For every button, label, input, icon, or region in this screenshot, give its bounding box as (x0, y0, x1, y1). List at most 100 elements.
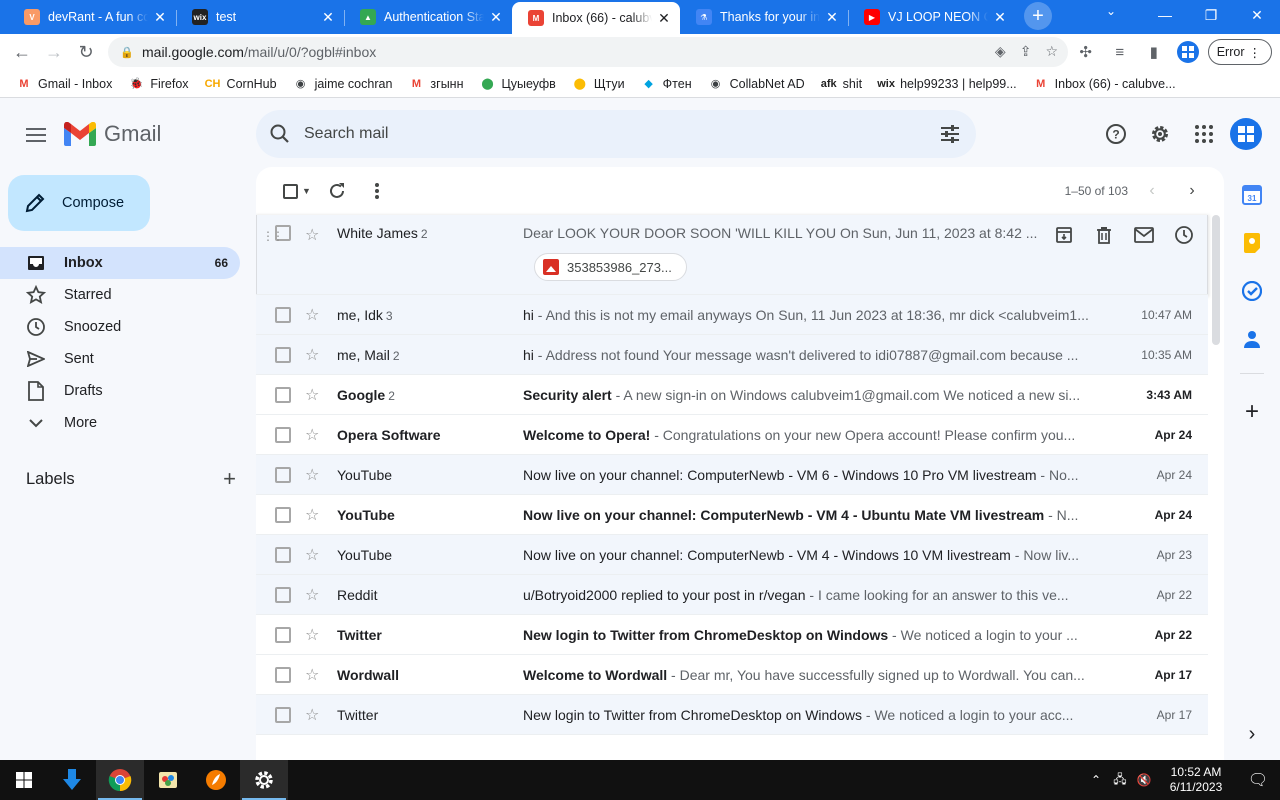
browser-tab[interactable]: M Inbox (66) - calubv ✕ (512, 2, 680, 34)
star-icon[interactable]: ☆ (305, 465, 323, 485)
email-row[interactable]: ☆ Twitter New login to Twitter from Chrome… (256, 695, 1208, 735)
row-checkbox[interactable] (275, 706, 291, 723)
nav-item-more[interactable]: More (0, 407, 240, 439)
more-vert-icon[interactable] (357, 171, 397, 211)
back-icon[interactable]: ← (6, 36, 38, 68)
close-tab-icon[interactable]: ✕ (992, 9, 1008, 25)
email-row[interactable]: ☆ YouTube Now live on your channel: Comput… (256, 455, 1208, 495)
main-menu-icon[interactable] (24, 124, 48, 148)
bookmark-item[interactable]: ◉ CollabNet AD (700, 72, 813, 96)
row-checkbox[interactable] (275, 546, 291, 563)
lock-icon[interactable]: 🔒 (120, 46, 136, 59)
browser-tab[interactable]: ▶ VJ LOOP NEON Col ✕ (848, 2, 1016, 32)
star-icon[interactable]: ☆ (305, 345, 323, 365)
star-icon[interactable]: ☆ (305, 665, 323, 685)
email-row[interactable]: ☆ YouTube Now live on your channel: Comput… (256, 535, 1208, 575)
star-icon[interactable]: ☆ (305, 545, 323, 565)
nav-item-drafts[interactable]: Drafts (0, 375, 240, 407)
apps-grid-icon[interactable] (1182, 114, 1226, 154)
fl-studio-icon[interactable] (192, 760, 240, 800)
calendar-icon[interactable]: 31 (1232, 175, 1272, 215)
bookmark-item[interactable]: ◆ Фтен (633, 72, 700, 96)
snooze-clock-icon[interactable] (1172, 223, 1196, 247)
close-tab-icon[interactable]: ✕ (488, 9, 504, 25)
star-icon[interactable]: ☆ (305, 385, 323, 405)
email-row[interactable]: ☆ me, Idk 3 hi - And this is not my email a… (256, 295, 1208, 335)
bookmark-item[interactable]: ◉ jaime cochran (285, 72, 401, 96)
archive-icon[interactable] (1052, 223, 1076, 247)
row-checkbox[interactable] (275, 466, 291, 483)
close-window-icon[interactable]: ✕ (1234, 0, 1280, 30)
bookmark-item[interactable]: 🐞 Firefox (120, 72, 196, 96)
bookmark-item[interactable]: M Gmail - Inbox (8, 72, 120, 96)
taskbar-clock[interactable]: 10:52 AM 6/11/2023 (1156, 765, 1236, 795)
volume-muted-icon[interactable]: 🔇 (1132, 773, 1156, 787)
delete-icon[interactable] (1092, 223, 1116, 247)
media-queue-icon[interactable]: ≡ (1106, 37, 1134, 67)
minimize-icon[interactable]: — (1142, 0, 1188, 30)
gmail-logo[interactable]: Gmail (64, 121, 161, 147)
next-page-icon[interactable]: › (1176, 182, 1208, 200)
nav-item-starred[interactable]: Starred (0, 279, 240, 311)
email-row[interactable]: ☆ Reddit u/Botryoid2000 replied to your po… (256, 575, 1208, 615)
star-icon[interactable]: ☆ (305, 625, 323, 645)
lens-icon[interactable]: ◈ (995, 43, 1006, 60)
bookmark-item[interactable]: wix help99233 | help99... (870, 72, 1025, 96)
browser-tab[interactable]: VdevRant - A fun co ✕ (8, 2, 176, 32)
bookmark-item[interactable]: CH CornHub (197, 72, 285, 96)
search-bar[interactable] (256, 110, 976, 158)
nav-item-sent[interactable]: Sent (0, 343, 240, 375)
notifications-icon[interactable]: 🗨 (1236, 770, 1280, 790)
refresh-icon[interactable] (317, 171, 357, 211)
bookmark-item[interactable]: M Inbox (66) - calubve... (1025, 72, 1184, 96)
star-icon[interactable]: ☆ (305, 305, 323, 325)
row-checkbox[interactable] (275, 306, 291, 323)
nav-item-snoozed[interactable]: Snoozed (0, 311, 240, 343)
prev-page-icon[interactable]: ‹ (1136, 182, 1168, 200)
profile-icon[interactable] (1174, 37, 1202, 67)
close-tab-icon[interactable]: ✕ (656, 10, 672, 26)
reload-icon[interactable]: ↻ (70, 36, 102, 68)
chrome-taskbar-icon[interactable] (96, 760, 144, 800)
star-icon[interactable]: ☆ (305, 585, 323, 605)
close-tab-icon[interactable]: ✕ (824, 9, 840, 25)
windows-start-icon[interactable] (0, 760, 48, 800)
scrollbar-thumb[interactable] (1212, 215, 1220, 345)
row-checkbox[interactable] (275, 346, 291, 363)
search-options-icon[interactable] (940, 124, 960, 144)
row-checkbox[interactable] (275, 666, 291, 683)
keep-icon[interactable] (1232, 223, 1272, 263)
email-row[interactable]: ☆ Opera Software Welcome to Opera! - Congr… (256, 415, 1208, 455)
network-icon[interactable]: 🖧 (1108, 770, 1132, 791)
browser-tab[interactable]: ▲ Authentication Stat ✕ (344, 2, 512, 32)
show-side-panel-icon[interactable]: › (1232, 714, 1272, 754)
tasks-icon[interactable] (1232, 271, 1272, 311)
browser-tab[interactable]: ⚗ Thanks for your int ✕ (680, 2, 848, 32)
browser-tab[interactable]: wix test ✕ (176, 2, 344, 32)
nav-item-inbox[interactable]: Inbox 66 (0, 247, 240, 279)
email-row[interactable]: ☆ Wordwall Welcome to Wordwall - Dear mr, … (256, 655, 1208, 695)
close-tab-icon[interactable]: ✕ (320, 9, 336, 25)
attachment-chip[interactable]: 353853986_273... (534, 253, 687, 281)
mail-list-scrollbar[interactable] (1208, 215, 1224, 760)
extensions-icon[interactable]: ✣ (1072, 37, 1100, 67)
email-row[interactable]: ☆ YouTube Now live on your channel: Comput… (256, 495, 1208, 535)
get-addons-icon[interactable]: + (1232, 392, 1272, 432)
restore-icon[interactable]: ❐ (1188, 0, 1234, 30)
compose-button[interactable]: Compose (8, 175, 150, 231)
close-tab-icon[interactable]: ✕ (152, 9, 168, 25)
bookmark-item[interactable]: ⬤ Щтуи (564, 72, 633, 96)
address-bar[interactable]: 🔒 mail.google.com/mail/u/0/?ogbl#inbox ◈… (108, 37, 1068, 67)
search-input[interactable] (304, 125, 904, 143)
row-checkbox[interactable] (275, 426, 291, 443)
email-row[interactable]: ☆ Twitter New login to Twitter from Chrome… (256, 615, 1208, 655)
select-dropdown-icon[interactable]: ▼ (302, 186, 311, 196)
mark-unread-icon[interactable] (1132, 223, 1156, 247)
paint-app-icon[interactable] (144, 760, 192, 800)
star-icon[interactable]: ☆ (305, 225, 323, 245)
forward-icon[interactable]: → (38, 36, 70, 68)
help-icon[interactable]: ? (1094, 114, 1138, 154)
tab-search-icon[interactable]: ⌄ (1106, 4, 1116, 18)
row-checkbox[interactable] (275, 586, 291, 603)
bookmark-item[interactable]: Mзгынн (400, 72, 471, 96)
